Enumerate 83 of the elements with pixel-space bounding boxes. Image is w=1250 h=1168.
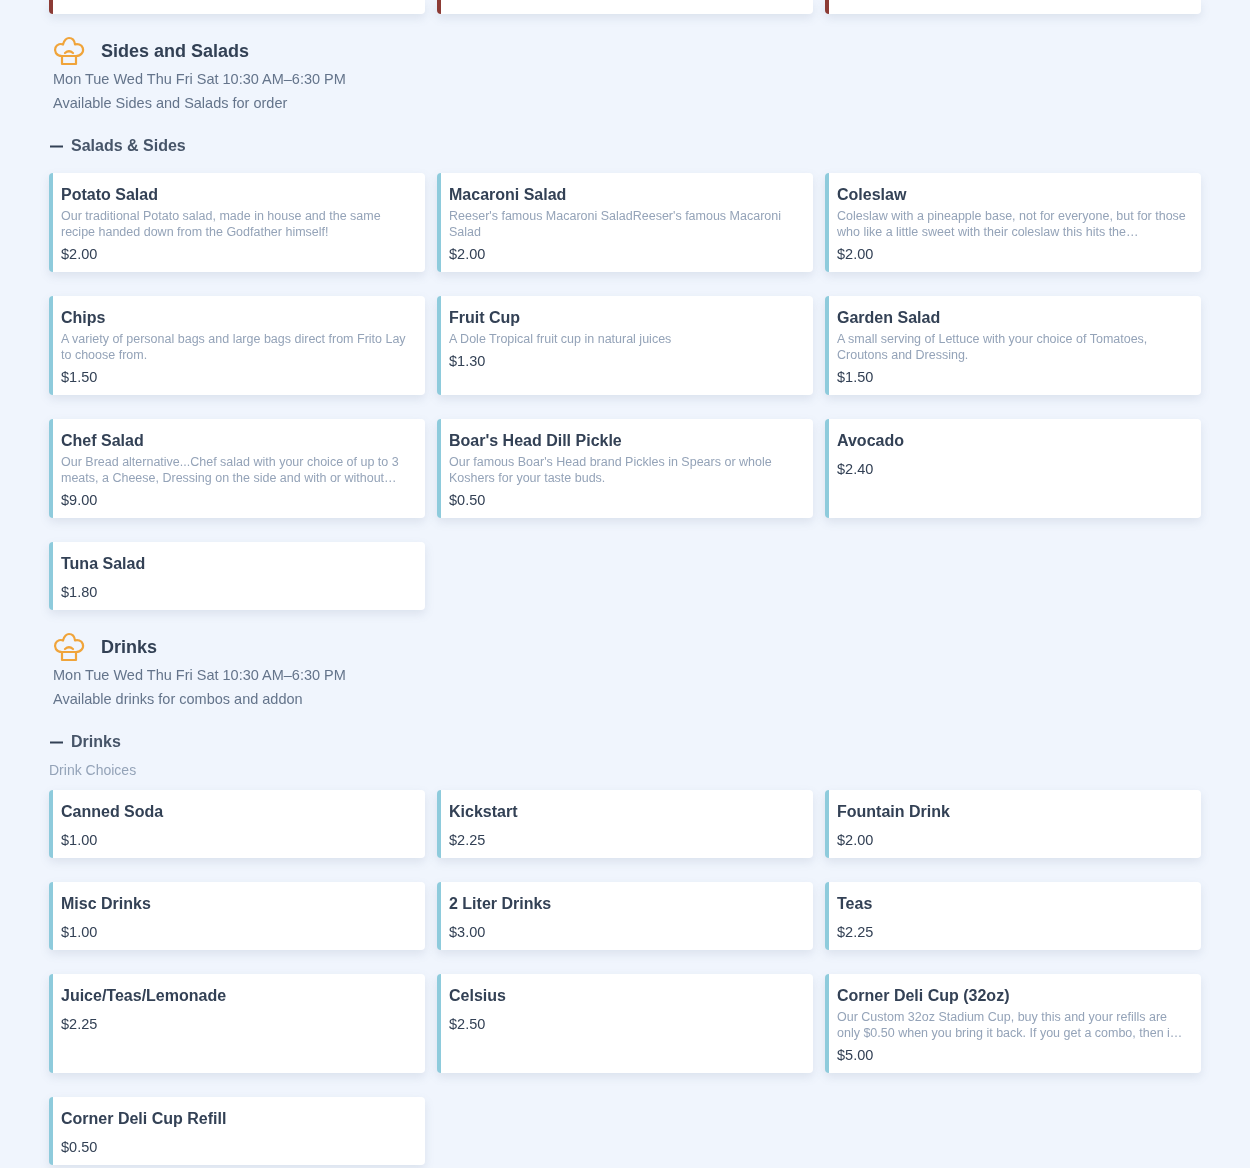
item-name: Fruit Cup [449,308,522,328]
menu-item-card[interactable]: Garden Salad A small serving of Lettuce with your choice of Tomatoes, Croutons and Dressing. $1.50 [825,296,1201,395]
item-price: $2.00 [61,245,99,264]
item-name: Misc Drinks [61,894,152,914]
item-name: Kickstart [449,802,519,822]
item-description: Our famous Boar's Head brand Pickles in Spears or whole Koshers for your taste buds. [449,454,773,486]
category-title: Salads & Sides [71,136,186,156]
chef-hat-icon [53,632,85,662]
item-name: Fountain Drink [837,802,951,822]
section-title: Drinks [101,635,158,659]
item-price: $2.50 [449,1015,487,1034]
item-name: Avocado [837,431,905,451]
item-price: $1.00 [61,831,99,850]
item-name: Canned Soda [61,802,165,822]
section-hours: Mon Tue Wed Thu Fri Sat 10:30 AM–6:30 PM [53,70,347,88]
menu-item-card[interactable]: Teas $2.25 [825,882,1201,950]
item-description: Our Custom 32oz Stadium Cup, buy this and your refills are only $0.50 when you bring it back. If you get a combo, then i… [837,1009,1184,1041]
item-price: $1.30 [449,352,487,371]
menu-item-card[interactable]: Fruit Cup A Dole Tropical fruit cup in natural juices $1.30 [437,296,813,395]
item-name: Juice/Teas/Lemonade [61,986,228,1006]
item-name: Macaroni Salad [449,185,568,205]
menu-item-card[interactable]: Potato Salad Our traditional Potato salad, made in house and the same recipe handed down from the Godfather himself! $2.00 [49,173,425,272]
menu-item-card[interactable]: Boar's Head Dill Pickle Our famous Boar's Head brand Pickles in Spears or whole Koshers for your taste buds. $0.50 [437,419,813,518]
chef-hat-icon [53,36,85,66]
section-description: Available drinks for combos and addon [53,690,304,708]
menu-item-card[interactable]: 2 Liter Drinks $3.00 [437,882,813,950]
item-price: $1.00 [61,923,99,942]
section-description: Available Sides and Salads for order [53,94,289,112]
item-price: $1.80 [61,583,99,602]
menu-item-card[interactable]: Corner Deli Cup Refill $0.50 [49,1097,425,1165]
menu-item-card[interactable] [49,0,425,14]
item-price: $0.50 [61,1138,99,1157]
item-description: A variety of personal bags and large bags direct from Frito Lay to choose from. [61,331,407,363]
menu-item-card[interactable]: Tuna Salad $1.80 [49,542,425,610]
menu-item-card[interactable]: Avocado $2.40 [825,419,1201,518]
menu-item-card[interactable] [437,0,813,14]
menu-item-card[interactable]: Chef Salad Our Bread alternative...Chef salad with your choice of up to 3 meats, a Cheese, Dressing on the side and with or without… $9.00 [49,419,425,518]
item-price: $2.25 [837,923,875,942]
item-name: Corner Deli Cup (32oz) [837,986,1011,1006]
item-price: $0.50 [449,491,487,510]
menu-item-card[interactable]: Corner Deli Cup (32oz) Our Custom 32oz Stadium Cup, buy this and your refills are only $0.50 when you bring it back. If you get a combo, then i… $5.00 [825,974,1201,1073]
menu-item-card[interactable]: Chips A variety of personal bags and large bags direct from Frito Lay to choose from. $1.50 [49,296,425,395]
menu-item-card[interactable]: Macaroni Salad Reeser's famous Macaroni SaladReeser's famous Macaroni Salad $2.00 [437,173,813,272]
item-name: Coleslaw [837,185,908,205]
item-price: $1.50 [61,368,99,387]
section-hours: Mon Tue Wed Thu Fri Sat 10:30 AM–6:30 PM [53,666,347,684]
item-name: Potato Salad [61,185,159,205]
menu-item-card[interactable]: Celsius $2.50 [437,974,813,1073]
item-description: Our Bread alternative...Chef salad with your choice of up to 3 meats, a Cheese, Dressing on the side and with or without… [61,454,400,486]
item-price: $1.50 [837,368,875,387]
item-name: Chef Salad [61,431,145,451]
item-name: Celsius [449,986,507,1006]
item-description: Our traditional Potato salad, made in house and the same recipe handed down from the Godfather himself! [61,208,382,240]
menu-item-card[interactable]: Canned Soda $1.00 [49,790,425,858]
item-price: $2.00 [449,245,487,264]
item-name: Corner Deli Cup Refill [61,1109,228,1129]
section-title: Sides and Salads [101,39,250,63]
category-subtitle: Drink Choices [49,762,137,778]
item-description: A small serving of Lettuce with your choice of Tomatoes, Croutons and Dressing. [837,331,1149,363]
category-title: Drinks [71,732,121,752]
item-name: Garden Salad [837,308,942,328]
item-price: $3.00 [449,923,487,942]
menu-item-card[interactable]: Coleslaw Coleslaw with a pineapple base, not for everyone, but for those who like a little sweet with their coleslaw this hits the… $2.00 [825,173,1201,272]
item-price: $2.40 [837,460,875,479]
menu-item-card[interactable]: Fountain Drink $2.00 [825,790,1201,858]
item-price: $5.00 [837,1046,875,1065]
item-price: $2.25 [61,1015,99,1034]
item-description: Reeser's famous Macaroni SaladReeser's famous Macaroni Salad [449,208,782,240]
item-price: $9.00 [61,491,99,510]
menu-item-card[interactable] [825,0,1201,14]
menu-item-card[interactable]: Juice/Teas/Lemonade $2.25 [49,974,425,1073]
item-price: $2.25 [449,831,487,850]
item-description: A Dole Tropical fruit cup in natural juices [449,331,673,347]
item-name: Teas [837,894,874,914]
item-price: $2.00 [837,831,875,850]
item-name: Chips [61,308,107,328]
menu-item-card[interactable]: Misc Drinks $1.00 [49,882,425,950]
item-name: Boar's Head Dill Pickle [449,431,623,451]
item-description: Coleslaw with a pineapple base, not for everyone, but for those who like a little sweet with their coleslaw this hits the… [837,208,1187,240]
item-name: 2 Liter Drinks [449,894,553,914]
item-price: $2.00 [837,245,875,264]
menu-item-card[interactable]: Kickstart $2.25 [437,790,813,858]
item-name: Tuna Salad [61,554,147,574]
